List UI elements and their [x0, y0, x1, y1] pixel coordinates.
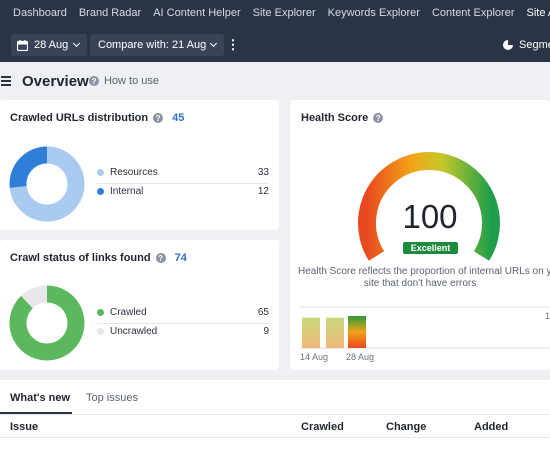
help-icon[interactable]: ? [155, 253, 166, 263]
legend-value: 33 [257, 167, 269, 178]
legend-dot [97, 309, 104, 316]
compare-label: Compare with: 21 Aug [98, 39, 207, 51]
crawl-status-count[interactable]: 74 [175, 252, 187, 264]
legend-resources: Resources 33 [97, 167, 269, 178]
health-history-chart [300, 306, 550, 349]
legend-value: 65 [257, 307, 269, 318]
crawled-urls-card: Crawled URLs distribution ? 45 Resources… [0, 100, 279, 230]
donut-slice-internal[interactable] [9, 146, 48, 188]
segment-selector[interactable]: Segme [503, 34, 550, 56]
date-label: 28 Aug [34, 39, 69, 51]
legend-dot [97, 328, 104, 335]
tabs-divider [0, 414, 550, 415]
column-header-change[interactable]: Change [386, 421, 426, 433]
compare-date-button[interactable]: Compare with: 21 Aug [90, 34, 225, 56]
tab-top-issues[interactable]: Top issues [86, 392, 138, 404]
crawl-status-card: Crawl status of links found ? 74 Crawled… [0, 240, 279, 370]
health-description-line2: site that don't have errors [363, 278, 477, 289]
health-score-title-text: Health Score [301, 112, 369, 124]
legend-internal: Internal 12 [97, 186, 269, 197]
legend-crawled: Crawled 65 [97, 307, 269, 318]
menu-icon[interactable] [1, 76, 11, 86]
issues-panel: What's new Top issues Issue Crawled Chan… [0, 380, 550, 450]
nav-ai-content-helper[interactable]: AI Content Helper [153, 7, 240, 19]
column-header-issue[interactable]: Issue [10, 421, 38, 433]
nav-content-explorer[interactable]: Content Explorer [432, 7, 515, 19]
nav-site-explorer[interactable]: Site Explorer [253, 7, 316, 19]
legend-uncrawled: Uncrawled 9 [97, 326, 269, 337]
legend-label: Internal [110, 186, 144, 197]
crawled-urls-title-text: Crawled URLs distribution [10, 112, 149, 124]
chevron-down-icon [210, 39, 218, 48]
history-right-tick: 1 [545, 311, 550, 321]
how-to-use-link[interactable]: ? How to use [89, 75, 159, 87]
help-icon: ? [89, 76, 99, 86]
divider [97, 323, 269, 324]
column-header-added[interactable]: Added [474, 421, 508, 433]
legend-label: Uncrawled [110, 326, 158, 337]
column-header-crawled[interactable]: Crawled [301, 421, 344, 433]
health-score-value: 100 [402, 198, 458, 235]
date-picker-button[interactable]: 28 Aug [11, 34, 88, 56]
legend-dot [97, 169, 104, 176]
chevron-down-icon [73, 39, 81, 48]
legend-value: 9 [263, 326, 269, 337]
top-navigation: Dashboard Brand Radar AI Content Helper … [0, 0, 550, 26]
excellent-badge: Excellent [403, 242, 458, 254]
segment-label: Segme [519, 39, 550, 51]
history-bar[interactable] [348, 316, 366, 348]
donut-slice-crawled[interactable] [9, 285, 85, 361]
crawled-urls-count[interactable]: 45 [172, 112, 184, 124]
history-bar[interactable] [326, 317, 344, 348]
overview-header: Overview ? How to use [0, 62, 550, 100]
more-options-icon[interactable]: ⋮ [226, 34, 240, 56]
legend-dot [97, 188, 104, 195]
history-x-label-end: 28 Aug [346, 352, 375, 362]
nav-brand-radar[interactable]: Brand Radar [79, 7, 141, 19]
crawl-status-title: Crawl status of links found ? 74 [10, 252, 187, 264]
nav-keywords-explorer[interactable]: Keywords Explorer [328, 7, 420, 19]
tab-whats-new[interactable]: What's new [10, 392, 70, 404]
donut-slice-uncrawled[interactable] [21, 285, 48, 309]
health-score-card: Health Score ? 100 Excellent Health Scor… [290, 100, 550, 370]
how-to-use-label: How to use [104, 75, 160, 87]
toolbar: 28 Aug Compare with: 21 Aug ⋮ Segme [0, 26, 550, 62]
history-x-label-start: 14 Aug [300, 352, 329, 362]
crawl-status-title-text: Crawl status of links found [10, 252, 151, 264]
divider [97, 183, 269, 184]
crawled-urls-donut [9, 146, 85, 222]
help-icon[interactable]: ? [153, 113, 164, 123]
health-score-title: Health Score ? [301, 112, 384, 124]
legend-label: Crawled [110, 307, 147, 318]
legend-label: Resources [110, 167, 158, 178]
calendar-icon [17, 39, 28, 51]
help-icon[interactable]: ? [373, 113, 384, 123]
legend-value: 12 [257, 186, 269, 197]
nav-site-audit[interactable]: Site Audit [527, 7, 550, 19]
segment-icon [503, 40, 513, 50]
history-bar[interactable] [302, 317, 320, 348]
nav-dashboard[interactable]: Dashboard [13, 7, 67, 19]
crawled-urls-title: Crawled URLs distribution ? 45 [10, 112, 184, 124]
table-header-divider [0, 437, 550, 438]
crawl-status-donut [9, 285, 85, 361]
page-title: Overview [22, 73, 89, 90]
